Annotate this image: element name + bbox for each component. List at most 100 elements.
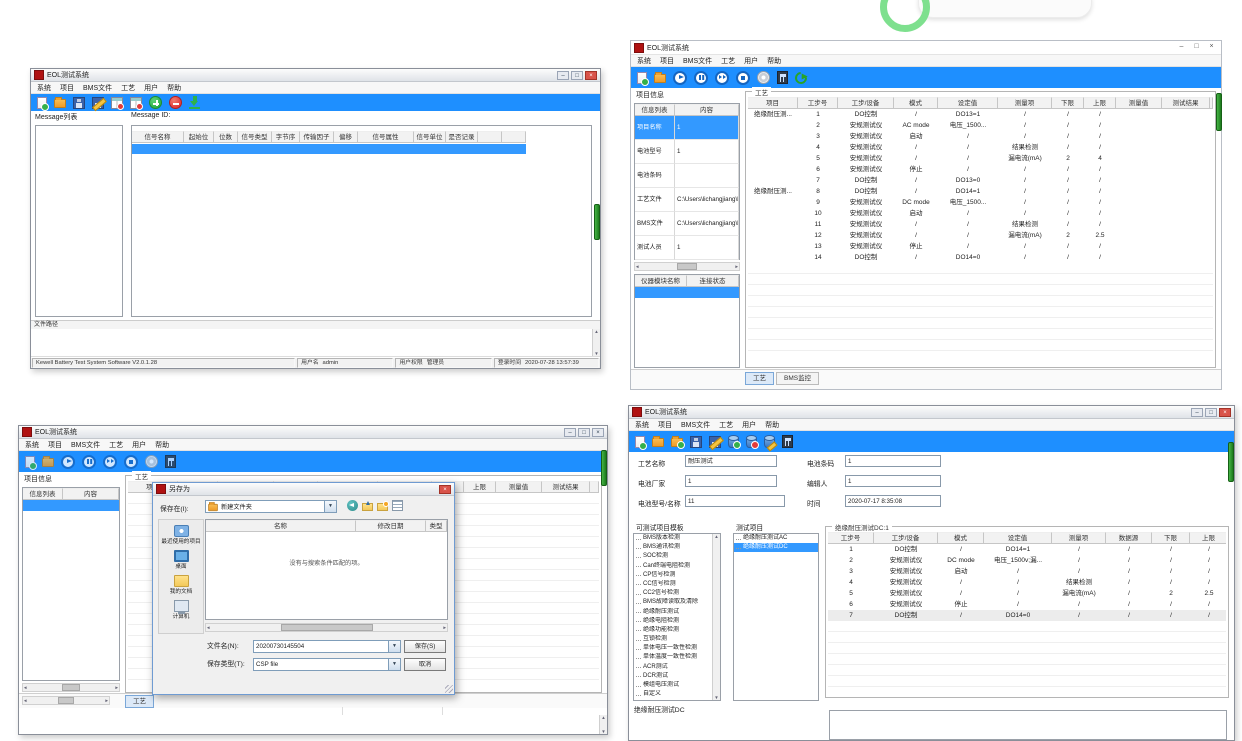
- folder-open-icon[interactable]: [654, 74, 666, 83]
- template-item[interactable]: 绝缘功能检测: [634, 626, 720, 635]
- menu-item[interactable]: 项目: [48, 440, 62, 450]
- green-scroll-indicator[interactable]: [601, 450, 607, 486]
- table-row[interactable]: 测试人员1: [635, 236, 739, 260]
- template-item[interactable]: BMS通讯检测: [634, 543, 720, 552]
- table-row[interactable]: 6安规测试仪停止////: [748, 164, 1213, 175]
- folder-open-icon[interactable]: [42, 458, 54, 467]
- calc-icon[interactable]: [165, 455, 176, 468]
- log-scrollbar[interactable]: ▲▼: [592, 329, 600, 356]
- menu-item[interactable]: BMS文件: [83, 83, 112, 93]
- battery-vendor-input[interactable]: 1: [685, 475, 777, 487]
- table-row[interactable]: [23, 500, 119, 511]
- process-name-input[interactable]: 耐压测试: [685, 455, 777, 467]
- template-item[interactable]: DCR测试: [634, 672, 720, 681]
- minimize-button[interactable]: –: [557, 71, 569, 80]
- log-scrollbar[interactable]: ▲▼: [599, 715, 607, 734]
- disc-icon[interactable]: [145, 455, 158, 468]
- save-icon[interactable]: [73, 97, 85, 109]
- template-item[interactable]: 互锁检测: [634, 635, 720, 644]
- time-input[interactable]: 2020-07-17 8:35:08: [845, 495, 941, 507]
- log-area[interactable]: ▲▼: [19, 715, 607, 734]
- close-button[interactable]: ×: [1205, 43, 1218, 52]
- template-item[interactable]: SOC检测: [634, 552, 720, 561]
- refresh-icon[interactable]: [793, 69, 810, 86]
- maximize-button[interactable]: □: [1190, 43, 1203, 52]
- save-button[interactable]: 保存(S): [404, 640, 446, 653]
- dialog-close-button[interactable]: ×: [439, 485, 451, 494]
- green-scroll-indicator[interactable]: [1216, 93, 1222, 131]
- table-header-row[interactable]: 名称修改日期类型: [206, 520, 447, 532]
- template-item[interactable]: 单体电压一致性检测: [634, 644, 720, 653]
- save-edit-icon[interactable]: [92, 97, 104, 109]
- info-h-scrollbar[interactable]: ◄►: [22, 683, 120, 692]
- menu-item[interactable]: 用户: [132, 440, 146, 450]
- table-row[interactable]: 3安规测试仪启动////: [748, 131, 1213, 142]
- menu-item[interactable]: 帮助: [167, 83, 181, 93]
- dropdown-arrow-icon[interactable]: ▼: [388, 641, 400, 652]
- dropdown-arrow-icon[interactable]: ▼: [324, 501, 336, 512]
- tab[interactable]: 工艺: [745, 372, 774, 385]
- table-row[interactable]: 13安规测试仪停止////: [748, 241, 1213, 252]
- ff-circle-icon[interactable]: [103, 455, 117, 469]
- table-row[interactable]: 3安规测试仪启动/////: [828, 566, 1226, 577]
- tab[interactable]: BMS监控: [776, 372, 819, 385]
- menu-item[interactable]: 项目: [60, 83, 74, 93]
- menu-item[interactable]: 系统: [637, 56, 651, 66]
- menu-item[interactable]: BMS文件: [683, 56, 712, 66]
- folder-new-icon[interactable]: [671, 438, 683, 447]
- menu-item[interactable]: 工艺: [719, 420, 733, 430]
- calc-icon[interactable]: [782, 435, 793, 448]
- log-area[interactable]: ▲▼: [31, 329, 600, 357]
- pause-circle-icon[interactable]: [694, 71, 708, 85]
- table-row[interactable]: 12安规测试仪//漏电流(mA)22.5: [748, 230, 1213, 241]
- doc-new-icon[interactable]: [25, 456, 35, 468]
- table-row[interactable]: 工艺文件C:\Users\lichangjiang\Desktop\: [635, 188, 739, 212]
- stop-circle-icon[interactable]: [124, 455, 138, 469]
- table-row[interactable]: 绝缘耐压测...1DO控制/DO13=1///: [748, 109, 1213, 120]
- menu-item[interactable]: 工艺: [109, 440, 123, 450]
- info-h-scrollbar[interactable]: ◄►: [634, 262, 740, 271]
- save-edit-icon[interactable]: [709, 436, 721, 448]
- table-row[interactable]: 绝缘耐压测...8DO控制/DO14=1///: [748, 186, 1213, 197]
- new-folder-icon[interactable]: [377, 503, 388, 511]
- menu-item[interactable]: 工艺: [721, 56, 735, 66]
- table-row[interactable]: 4安规测试仪//结果检测///: [828, 577, 1226, 588]
- back-icon[interactable]: [347, 500, 358, 511]
- menu-item[interactable]: BMS文件: [71, 440, 100, 450]
- menu-item[interactable]: 项目: [660, 56, 674, 66]
- filename-combo[interactable]: 20200730145504 ▼: [253, 640, 401, 653]
- table-row[interactable]: BMS文件C:\Users\lichangjiang\Desktop\: [635, 212, 739, 236]
- template-item[interactable]: BMS版本检测: [634, 534, 720, 543]
- menu-item[interactable]: 项目: [658, 420, 672, 430]
- folder-open-icon[interactable]: [54, 99, 66, 108]
- up-icon[interactable]: [362, 503, 373, 511]
- battery-model-input[interactable]: 11: [685, 495, 785, 507]
- table-row[interactable]: 10安规测试仪启动////: [748, 208, 1213, 219]
- close-button[interactable]: ×: [585, 71, 597, 80]
- template-item[interactable]: 绝缘耐压测试: [634, 608, 720, 617]
- dialog-title-bar[interactable]: 另存为 ×: [153, 483, 454, 496]
- title-bar[interactable]: EOL测试系统 – □ ×: [31, 69, 600, 82]
- template-item[interactable]: 绝缘电阻检测: [634, 617, 720, 626]
- menu-item[interactable]: BMS文件: [681, 420, 710, 430]
- test-project-item[interactable]: 绝缘耐压测试AC: [734, 534, 818, 543]
- doc-new-icon[interactable]: [637, 72, 647, 84]
- minimize-button[interactable]: –: [1191, 408, 1203, 417]
- template-item[interactable]: CC信号检测: [634, 580, 720, 589]
- place-documents[interactable]: 我的文档: [159, 575, 203, 595]
- table-row[interactable]: [635, 287, 739, 298]
- table-row[interactable]: 9安规测试仪DC mode电压_1500...///: [748, 197, 1213, 208]
- template-item[interactable]: BMS故障读取及清除: [634, 598, 720, 607]
- pause-circle-icon[interactable]: [82, 455, 96, 469]
- table-row[interactable]: 2安规测试仪DC mode电压_1500v;漏...////: [828, 555, 1226, 566]
- menu-item[interactable]: 系统: [25, 440, 39, 450]
- add-circle-icon[interactable]: [149, 96, 162, 109]
- title-bar[interactable]: EOL测试系统 – □ ×: [631, 41, 1221, 55]
- menu-item[interactable]: 帮助: [765, 420, 779, 430]
- filetype-combo[interactable]: CSP file ▼: [253, 658, 401, 671]
- file-list-h-scrollbar[interactable]: ◄►: [205, 623, 448, 632]
- template-item[interactable]: CP信号检测: [634, 571, 720, 580]
- menu-item[interactable]: 用户: [744, 56, 758, 66]
- menu-item[interactable]: 系统: [37, 83, 51, 93]
- maximize-button[interactable]: □: [578, 428, 590, 437]
